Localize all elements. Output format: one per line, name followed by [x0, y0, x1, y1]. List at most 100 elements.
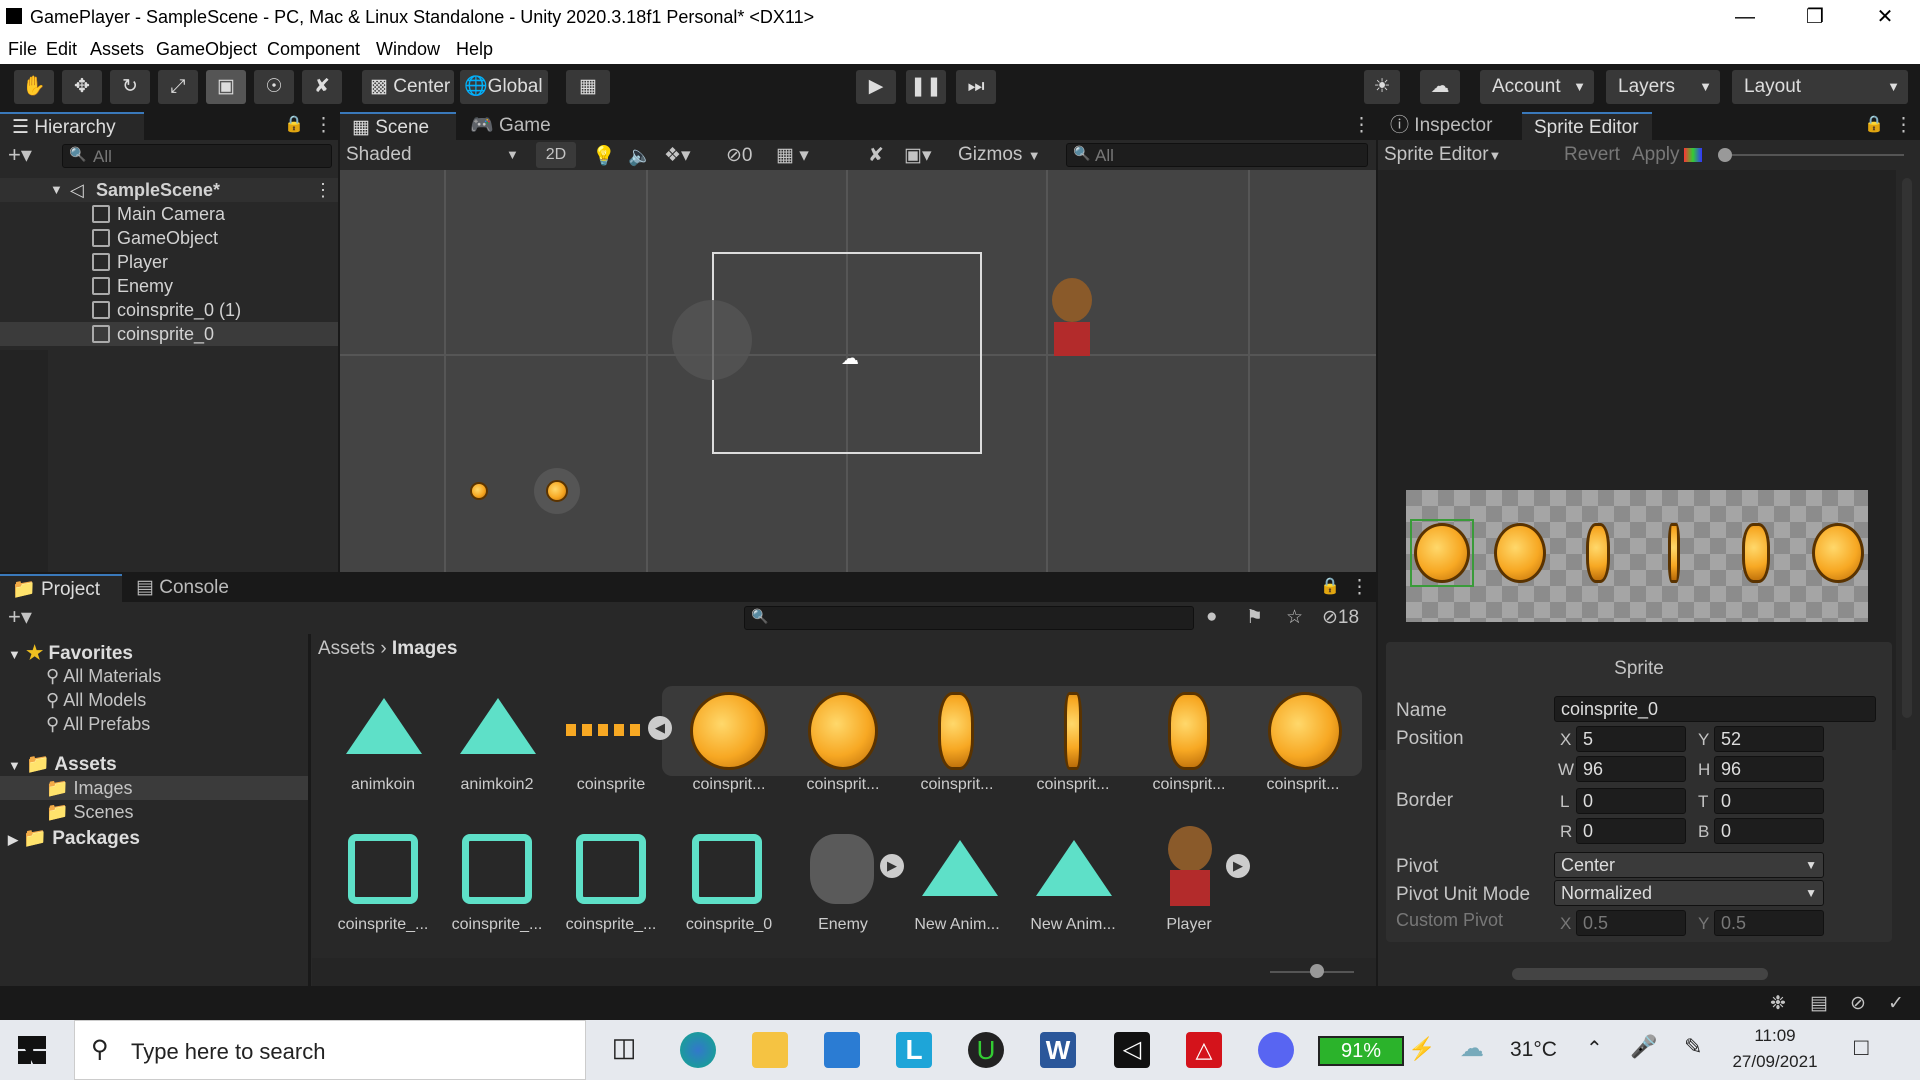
tab-inspector[interactable]: ⓘ Inspector — [1378, 112, 1520, 140]
mail-icon[interactable] — [824, 1032, 860, 1068]
custom-pivot-y-field[interactable]: 0.5 — [1714, 910, 1824, 936]
camera-icon[interactable]: ▣▾ — [904, 144, 932, 167]
tab-hierarchy[interactable]: ☰ Hierarchy — [0, 112, 144, 140]
border-r-field[interactable]: 0 — [1576, 818, 1686, 844]
word-icon[interactable]: W — [1040, 1032, 1076, 1068]
border-b-field[interactable]: 0 — [1714, 818, 1824, 844]
move-tool-icon[interactable]: ✥ — [62, 70, 102, 104]
add-icon[interactable]: +▾ — [8, 142, 32, 168]
tab-project[interactable]: 📁 Project — [0, 574, 122, 602]
file-explorer-icon[interactable] — [752, 1032, 788, 1068]
bug-icon[interactable]: ❉ — [1770, 992, 1786, 1015]
asset-label[interactable]: coinsprite_... — [328, 916, 438, 934]
pivot-dropdown[interactable]: Center ▼ — [1554, 852, 1824, 878]
tab-scene[interactable]: ▦ Scene — [340, 112, 456, 140]
scene-search-input[interactable]: 🔍 All — [1066, 143, 1368, 167]
favorites-header[interactable]: ▼ ★ Favorites — [8, 642, 133, 665]
folder-images[interactable]: 📁 Images — [46, 778, 132, 799]
asset-label[interactable]: coinsprit... — [788, 776, 898, 794]
sprite-thumbnail[interactable] — [1064, 692, 1082, 770]
hand-tool-icon[interactable]: ✋ — [14, 70, 54, 104]
zoom-slider-track[interactable] — [1724, 154, 1904, 156]
sprite-frame[interactable] — [1586, 523, 1610, 583]
filter-type-icon[interactable]: ● — [1206, 606, 1217, 628]
tab-sprite-editor[interactable]: Sprite Editor — [1522, 112, 1652, 140]
taskbar-search-input[interactable]: ⚲ Type here to search — [74, 1020, 586, 1080]
grid-snap-icon[interactable]: ▦ ▾ — [776, 144, 809, 167]
check-icon[interactable]: ✓ — [1888, 992, 1904, 1015]
horizontal-scrollbar[interactable] — [1512, 968, 1768, 980]
cloud-icon[interactable]: ☁ — [1420, 70, 1460, 104]
tools-icon[interactable]: ✘ — [868, 144, 884, 167]
cache-icon[interactable]: ▤ — [1810, 992, 1828, 1015]
icon-size-slider-handle[interactable] — [1310, 964, 1324, 978]
sprite-thumbnail[interactable] — [690, 692, 768, 770]
color-channel-icon[interactable] — [1684, 148, 1702, 162]
microphone-icon[interactable]: 🎤 — [1630, 1034, 1657, 1060]
effects-icon[interactable]: ❖▾ — [664, 144, 691, 167]
project-search-input[interactable]: 🔍 — [744, 606, 1194, 630]
play-button[interactable]: ▶ — [856, 70, 896, 104]
layers-dropdown[interactable]: Layers ▼ — [1606, 70, 1720, 104]
battery-indicator[interactable]: 91% — [1318, 1036, 1404, 1066]
menu-help[interactable]: Help — [456, 39, 493, 60]
hierarchy-item[interactable]: Enemy — [0, 274, 338, 298]
scale-tool-icon[interactable]: ⤢ — [158, 70, 198, 104]
coin-sprite-selected[interactable] — [546, 480, 568, 502]
kebab-menu-icon[interactable]: ⋮ — [314, 114, 333, 137]
clock-time[interactable]: 11:09 — [1730, 1026, 1820, 1046]
minimize-icon[interactable]: — — [1710, 0, 1780, 34]
asset-label[interactable]: New Anim... — [1018, 916, 1128, 934]
fav-item[interactable]: ⚲ All Models — [46, 690, 146, 711]
acrobat-icon[interactable]: △ — [1186, 1032, 1222, 1068]
sprite-thumbnail[interactable] — [1168, 692, 1210, 770]
fav-item[interactable]: ⚲ All Materials — [46, 666, 161, 687]
asset-label[interactable]: Enemy — [788, 916, 898, 934]
gizmos-dropdown[interactable]: Gizmos ▼ — [958, 144, 1041, 166]
l-app-icon[interactable]: L — [896, 1032, 932, 1068]
discord-icon[interactable] — [1258, 1032, 1294, 1068]
asset-label[interactable]: animkoin2 — [442, 776, 552, 794]
position-y-field[interactable]: 52 — [1714, 726, 1824, 752]
tab-console[interactable]: ▤ Console — [124, 574, 244, 602]
asset-label[interactable]: coinsprite_0 — [674, 916, 784, 934]
asset-label[interactable]: coinsprit... — [902, 776, 1012, 794]
hierarchy-item-selected[interactable]: coinsprite_0 — [0, 322, 338, 346]
menu-file[interactable]: File — [8, 39, 37, 60]
breadcrumb-images[interactable]: Images — [392, 638, 457, 659]
border-t-field[interactable]: 0 — [1714, 788, 1824, 814]
task-view-icon[interactable]: ◫ — [606, 1032, 642, 1068]
lock-icon[interactable]: 🔒 — [1320, 576, 1340, 596]
hierarchy-item[interactable]: Player — [0, 250, 338, 274]
weather-icon[interactable]: ☁ — [1460, 1034, 1484, 1063]
auto-generate-icon[interactable]: ⊘ — [1850, 992, 1866, 1015]
border-l-field[interactable]: 0 — [1576, 788, 1686, 814]
rotate-tool-icon[interactable]: ↻ — [110, 70, 150, 104]
asset-label[interactable]: coinsprit... — [1248, 776, 1358, 794]
hierarchy-item[interactable]: GameObject — [0, 226, 338, 250]
menu-assets[interactable]: Assets — [90, 39, 144, 60]
chevron-up-icon[interactable]: ⌃ — [1586, 1036, 1603, 1061]
enemy-sprite[interactable] — [672, 300, 752, 380]
transform-tool-icon[interactable]: ☉ — [254, 70, 294, 104]
rect-tool-icon[interactable]: ▣ — [206, 70, 246, 104]
kebab-menu-icon[interactable]: ⋮ — [1352, 114, 1371, 137]
lock-icon[interactable]: 🔒 — [1864, 114, 1884, 134]
unity-icon[interactable]: ◁ — [1114, 1032, 1150, 1068]
sprite-frame[interactable] — [1494, 523, 1546, 583]
sprite-thumbnail[interactable] — [938, 692, 974, 770]
position-w-field[interactable]: 96 — [1576, 756, 1686, 782]
menu-edit[interactable]: Edit — [46, 39, 77, 60]
layout-dropdown[interactable]: Layout ▼ — [1732, 70, 1908, 104]
sprite-thumbnail[interactable] — [1268, 692, 1342, 770]
sprite-frame[interactable] — [1742, 523, 1770, 583]
temperature[interactable]: 31°C — [1510, 1038, 1557, 1062]
menu-gameobject[interactable]: GameObject — [156, 39, 257, 60]
sprite-editor-dropdown[interactable]: Sprite Editor▼ — [1384, 144, 1501, 166]
sprite-thumbnail[interactable] — [808, 692, 878, 770]
position-h-field[interactable]: 96 — [1714, 756, 1824, 782]
apply-button[interactable]: Apply — [1632, 144, 1680, 166]
lighting-icon[interactable]: 💡 — [592, 144, 616, 168]
fav-item[interactable]: ⚲ All Prefabs — [46, 714, 150, 735]
upwork-icon[interactable]: U — [968, 1032, 1004, 1068]
